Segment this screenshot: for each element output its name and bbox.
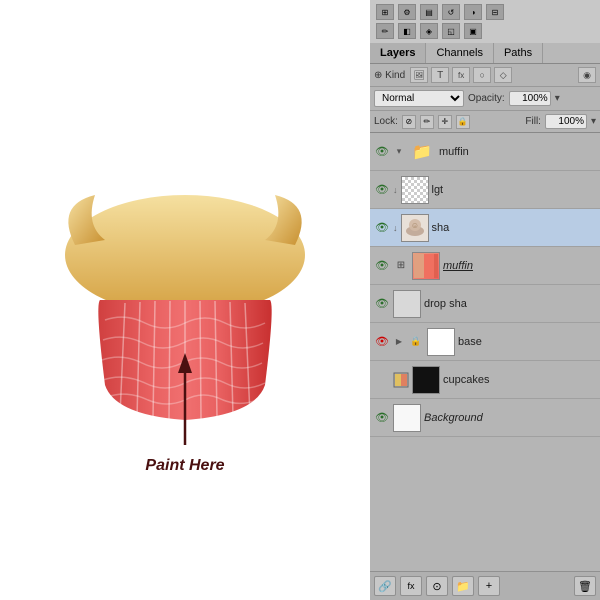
layer-name-muffin-ref: muffin: [443, 260, 596, 272]
eye-icon-lgt[interactable]: 👁: [374, 182, 390, 198]
filter-btn-fx[interactable]: fx: [452, 67, 470, 83]
bottom-btn-delete[interactable]: 🗑: [574, 576, 596, 596]
cupcake-svg: Paint Here: [45, 125, 325, 475]
filter-toggle[interactable]: ◉: [578, 67, 596, 83]
filter-btn-shape[interactable]: ◇: [494, 67, 512, 83]
layers-list: 👁 ▾ 📁 muffin 👁 ↓ lgt 👁 ↓ ☺ sha: [370, 133, 600, 571]
bottom-btn-new[interactable]: +: [478, 576, 500, 596]
toolbar-icon-grid[interactable]: ⊞: [376, 4, 394, 20]
panel-bottom-toolbar: 🔗 fx ⊙ 📁 + 🗑: [370, 571, 600, 600]
layer-thumb-muffin-group: 📁: [408, 138, 436, 166]
layer-thumb-muffin-ref: [412, 252, 440, 280]
cupcake-illustration: Paint Here: [45, 125, 325, 475]
toolbar-row-2: ✏ ◧ ◈ ◱ ▣: [376, 23, 594, 39]
lock-label: Lock:: [374, 116, 398, 127]
panel-tabs: Layers Channels Paths: [370, 43, 600, 64]
toolbar-icon-colors[interactable]: ◑: [464, 4, 482, 20]
filter-btn-text[interactable]: T: [431, 67, 449, 83]
canvas-area: Paint Here: [0, 0, 370, 600]
bottom-btn-group[interactable]: 📁: [452, 576, 474, 596]
toolbar-icon-tools[interactable]: ⚙: [398, 4, 416, 20]
blend-mode-select[interactable]: Normal Multiply Screen Overlay: [374, 90, 464, 107]
layer-name-background: Background: [424, 412, 596, 424]
filter-row: ⊕ Kind 🖼 T fx ○ ◇ ◉: [370, 64, 600, 87]
bottom-btn-mask[interactable]: ⊙: [426, 576, 448, 596]
layer-row-base[interactable]: 👁 ▶ 🔒 base: [370, 323, 600, 361]
layer-name-lgt: lgt: [432, 184, 597, 196]
toolbar-icon-layers[interactable]: ▤: [420, 4, 438, 20]
toolbar-icon-grid2[interactable]: ⊟: [486, 4, 504, 20]
layers-panel: ⊞ ⚙ ▤ ↺ ◑ ⊟ ✏ ◧ ◈ ◱ ▣ Layers Channels Pa…: [370, 0, 600, 600]
eye-icon-sha[interactable]: 👁: [374, 220, 390, 236]
layer-row-background[interactable]: 👁 Background: [370, 399, 600, 437]
tab-paths[interactable]: Paths: [494, 43, 543, 63]
eye-icon-drop-sha[interactable]: 👁: [374, 296, 390, 312]
opacity-arrow: ▾: [555, 93, 560, 104]
paint-here-label: Paint Here: [145, 457, 224, 474]
tab-channels[interactable]: Channels: [426, 43, 493, 63]
toolbar-icon-history[interactable]: ↺: [442, 4, 460, 20]
layer-thumb-background: [393, 404, 421, 432]
layer-row-cupcakes[interactable]: 👁 cupcakes: [370, 361, 600, 399]
layer-type-base: 🔒: [408, 334, 424, 350]
layer-row-lgt[interactable]: 👁 ↓ lgt: [370, 171, 600, 209]
fill-label: Fill:: [525, 116, 541, 127]
eye-icon-base[interactable]: 👁: [374, 334, 390, 350]
opacity-label: Opacity:: [468, 93, 505, 104]
layer-name-sha: sha: [432, 222, 597, 234]
eye-icon-muffin-group[interactable]: 👁: [374, 144, 390, 160]
layer-name-drop-sha: drop sha: [424, 298, 596, 310]
layer-row-sha[interactable]: 👁 ↓ ☺ sha: [370, 209, 600, 247]
fill-input[interactable]: [545, 114, 587, 129]
toolbar-icon-eyedrop[interactable]: ◈: [420, 23, 438, 39]
layer-thumb-drop-sha: [393, 290, 421, 318]
toolbar-icon-eraser[interactable]: ◧: [398, 23, 416, 39]
toolbar-icon-brush[interactable]: ✏: [376, 23, 394, 39]
layer-thumb-sha: ☺: [401, 214, 429, 242]
filter-btn-pixel[interactable]: ○: [473, 67, 491, 83]
lock-brush-icon[interactable]: ✏: [420, 115, 434, 129]
layer-thumb-lgt: [401, 176, 429, 204]
eye-icon-muffin-ref[interactable]: 👁: [374, 258, 390, 274]
clip-icon-sha: ↓: [393, 223, 398, 233]
filter-btn-image[interactable]: 🖼: [410, 67, 428, 83]
opacity-input[interactable]: [509, 91, 551, 106]
lock-move-icon[interactable]: ✛: [438, 115, 452, 129]
layer-thumb-cupcakes: [412, 366, 440, 394]
eye-icon-background[interactable]: 👁: [374, 410, 390, 426]
toolbar-row-1: ⊞ ⚙ ▤ ↺ ◑ ⊟: [376, 4, 594, 20]
toolbar-icon-crop[interactable]: ◱: [442, 23, 460, 39]
layer-row-muffin-ref[interactable]: 👁 ⊞ muffin: [370, 247, 600, 285]
expand-muffin-group[interactable]: ▾: [393, 146, 405, 158]
layer-name-muffin-group: muffin: [439, 146, 596, 158]
toolbar-icon-zoom[interactable]: ▣: [464, 23, 482, 39]
expand-base[interactable]: ▶: [393, 336, 405, 348]
blend-opacity-row: Normal Multiply Screen Overlay Opacity: …: [370, 87, 600, 111]
layer-type-muffin-ref: ⊞: [393, 258, 409, 274]
layer-thumb-base: [427, 328, 455, 356]
tab-layers[interactable]: Layers: [370, 43, 426, 63]
layer-name-cupcakes: cupcakes: [443, 374, 596, 386]
filter-label: ⊕ Kind: [374, 70, 405, 81]
fill-arrow: ▾: [591, 116, 596, 127]
top-toolbar: ⊞ ⚙ ▤ ↺ ◑ ⊟ ✏ ◧ ◈ ◱ ▣: [370, 0, 600, 43]
layer-type-cupcakes: [393, 372, 409, 388]
layer-row-drop-sha[interactable]: 👁 drop sha: [370, 285, 600, 323]
layer-name-base: base: [458, 336, 596, 348]
svg-text:☺: ☺: [410, 221, 418, 230]
layer-row-muffin-group[interactable]: 👁 ▾ 📁 muffin: [370, 133, 600, 171]
lock-transparent-icon[interactable]: ⊘: [402, 115, 416, 129]
eye-icon-cupcakes[interactable]: 👁: [374, 372, 390, 388]
lock-fill-row: Lock: ⊘ ✏ ✛ 🔒 Fill: ▾: [370, 111, 600, 133]
bottom-btn-fx[interactable]: fx: [400, 576, 422, 596]
lock-all-icon[interactable]: 🔒: [456, 115, 470, 129]
clip-icon-lgt: ↓: [393, 185, 398, 195]
bottom-btn-link[interactable]: 🔗: [374, 576, 396, 596]
